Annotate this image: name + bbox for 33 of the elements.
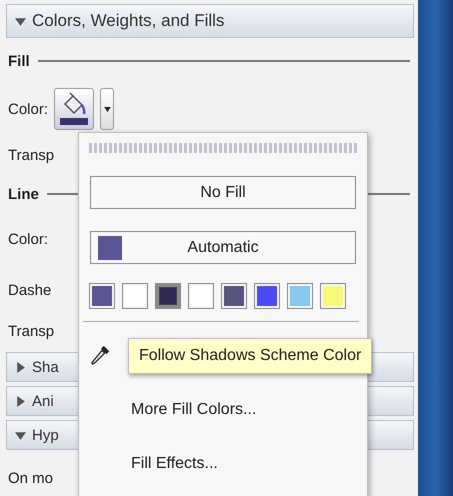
caret-icon xyxy=(104,106,111,112)
disclosure-triangle-icon xyxy=(15,16,26,26)
disclosure-triangle-icon xyxy=(15,430,26,440)
paint-bucket-icon xyxy=(59,92,90,126)
field-label: Transp xyxy=(8,322,54,340)
drag-handle[interactable] xyxy=(89,143,357,153)
dropdown-button[interactable] xyxy=(100,88,114,130)
menu-item[interactable]: More Fill Colors... xyxy=(131,401,256,419)
field-label: Color: xyxy=(8,230,48,248)
fill-color-button[interactable] xyxy=(54,88,94,130)
no-fill-button[interactable]: No Fill xyxy=(90,176,356,209)
eyedropper-icon[interactable] xyxy=(90,343,112,367)
group-title: Line xyxy=(8,186,39,202)
section-header[interactable]: Colors, Weights, and Fills xyxy=(6,4,414,38)
field-label: Color: xyxy=(8,100,48,118)
color-swatch[interactable] xyxy=(122,283,148,309)
tooltip: Follow Shadows Scheme Color xyxy=(128,338,372,374)
color-swatch[interactable] xyxy=(155,283,181,309)
color-swatch[interactable] xyxy=(254,283,280,309)
disclosure-triangle-icon xyxy=(15,362,26,372)
color-swatch xyxy=(98,236,122,260)
group-title: Fill xyxy=(8,52,30,70)
field-label: On mo xyxy=(8,470,54,486)
menu-item[interactable]: Fill Effects... xyxy=(131,455,218,473)
field-label: Transp xyxy=(8,146,54,164)
disclosure-triangle-icon xyxy=(15,396,26,406)
automatic-button[interactable]: Automatic xyxy=(90,231,356,264)
color-swatch[interactable] xyxy=(320,283,346,309)
field-label: Dashe xyxy=(8,282,52,298)
color-swatch[interactable] xyxy=(221,283,247,309)
color-swatch[interactable] xyxy=(89,283,115,309)
color-swatch[interactable] xyxy=(188,283,214,309)
color-swatch[interactable] xyxy=(287,283,313,309)
